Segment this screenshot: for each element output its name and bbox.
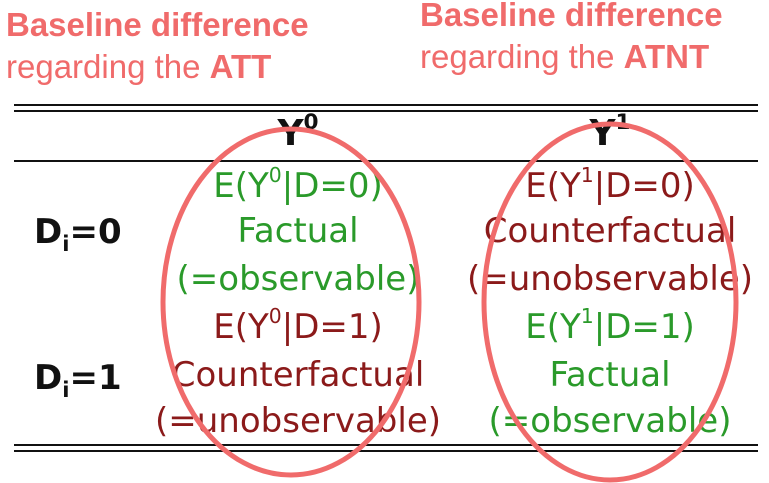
oval-atnt [481,121,739,483]
oval-att [160,126,422,478]
highlight-ovals [160,121,739,483]
